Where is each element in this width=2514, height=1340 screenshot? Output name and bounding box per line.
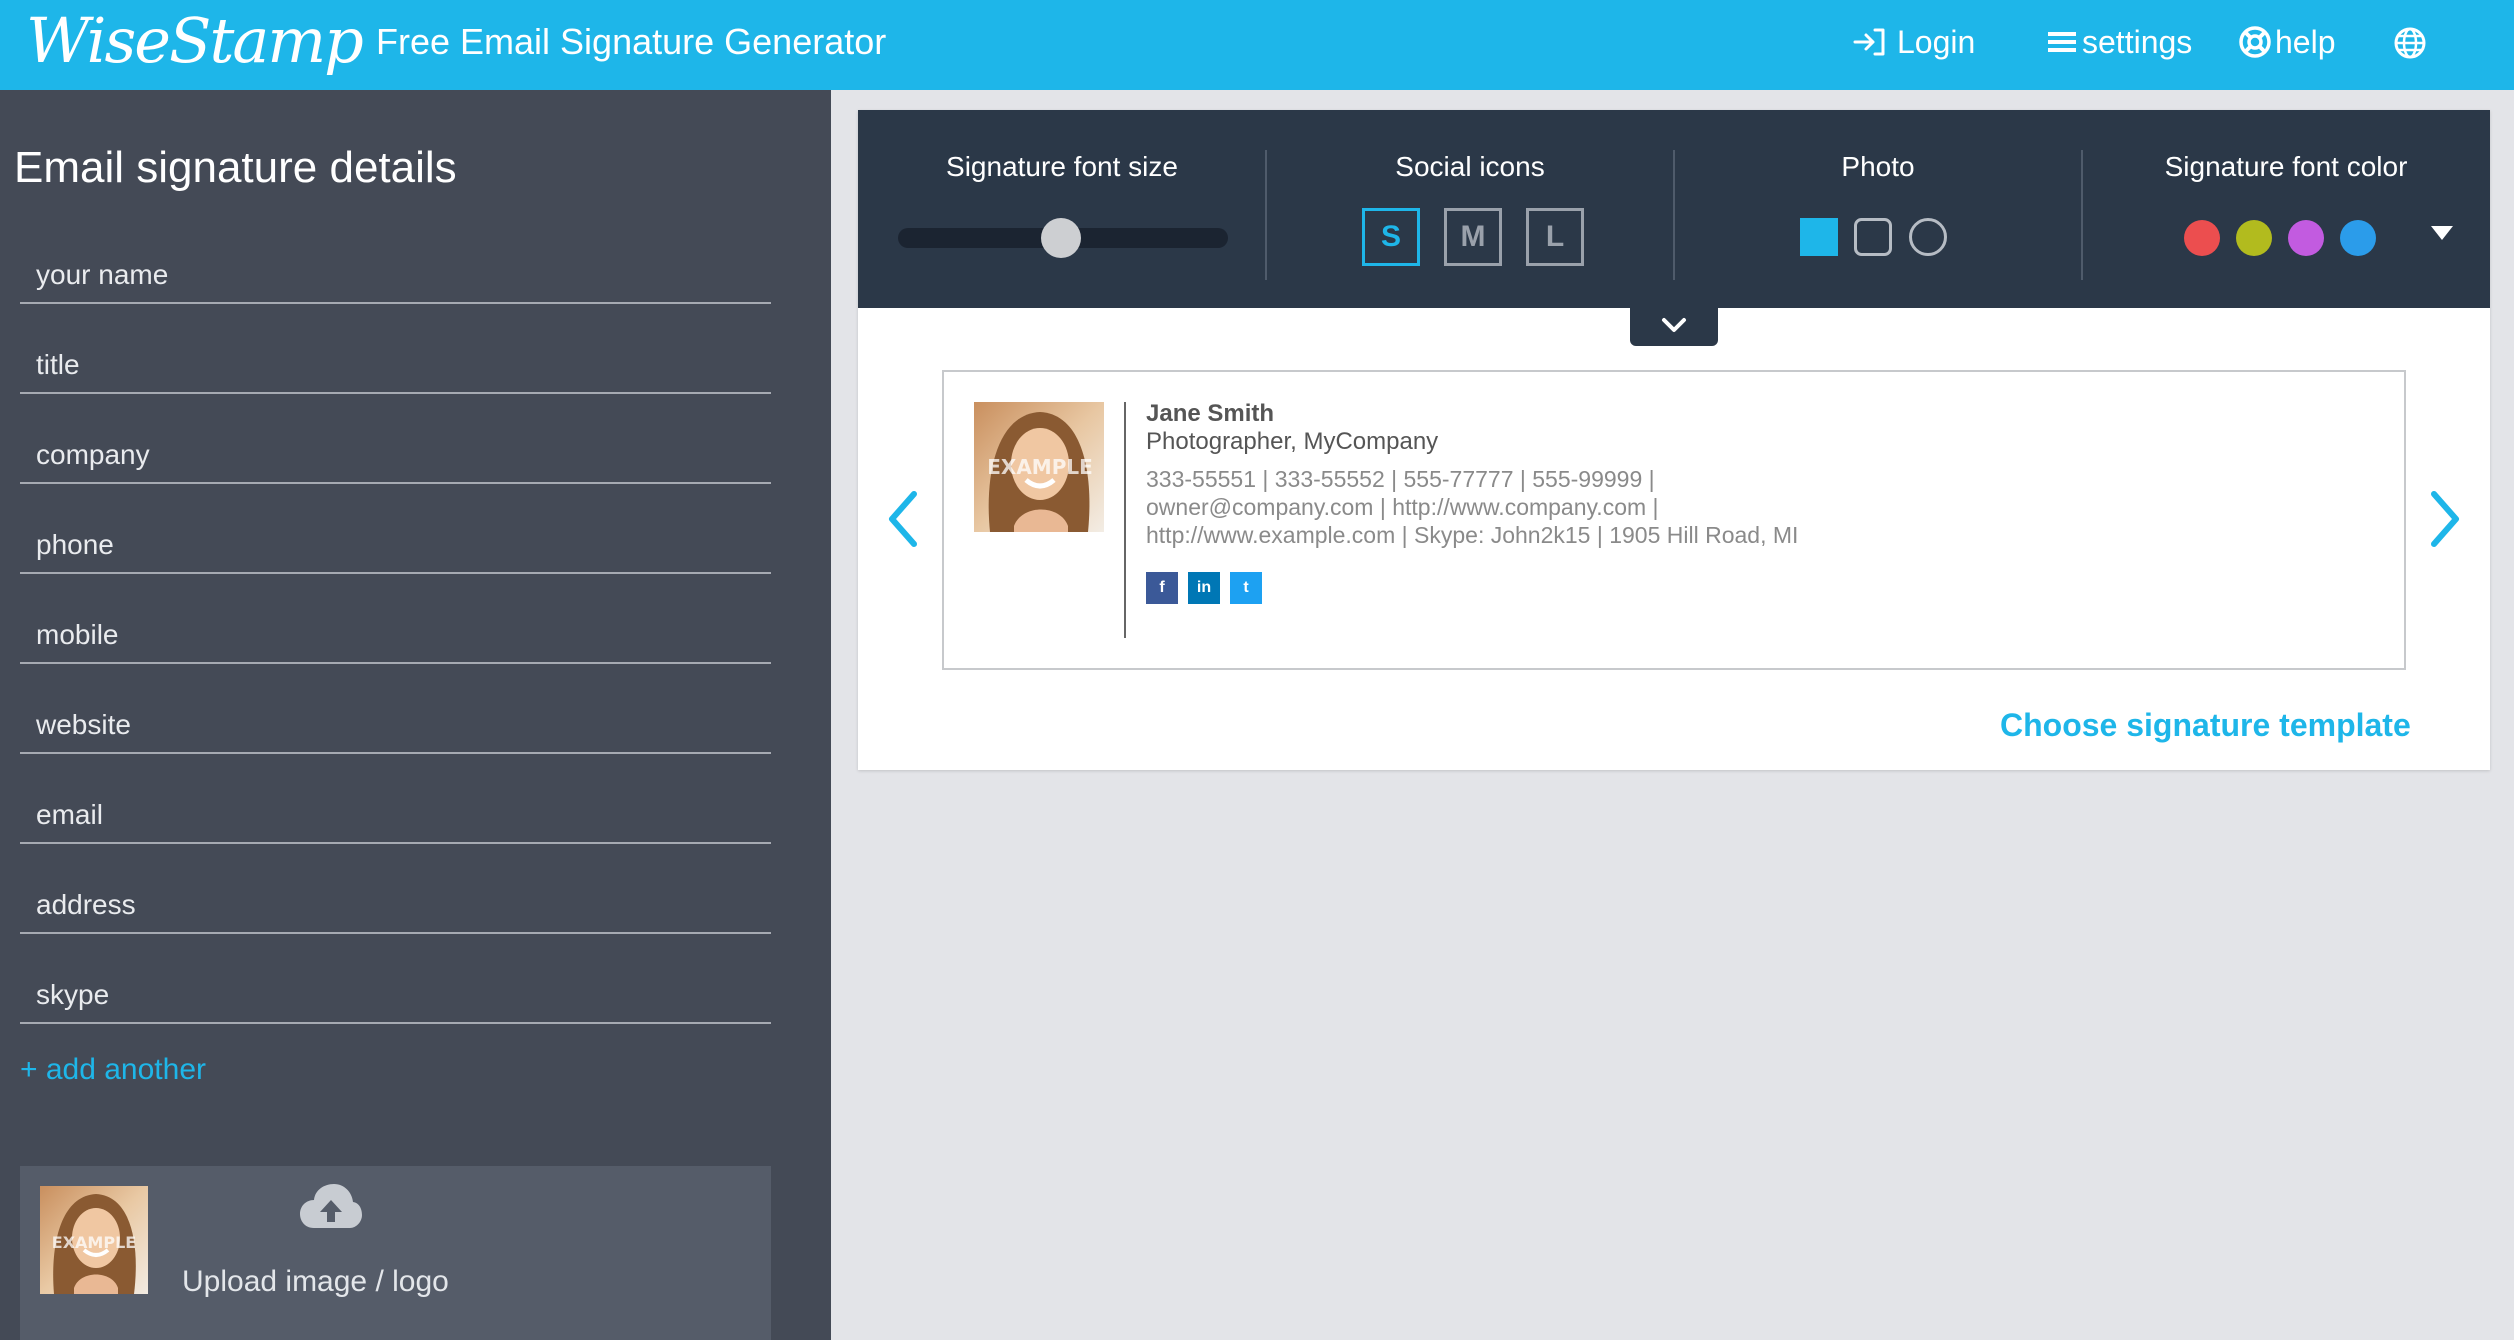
style-toolbar: Signature font size Social icons S M L P… xyxy=(858,110,2490,308)
linkedin-icon[interactable]: in xyxy=(1188,572,1220,604)
upload-area[interactable]: EXAMPLE Upload image / logo xyxy=(20,1166,771,1340)
signature-panel: Signature font size Social icons S M L P… xyxy=(858,110,2490,770)
upload-thumbnail: EXAMPLE xyxy=(40,1186,148,1294)
phone-input[interactable] xyxy=(20,518,771,572)
upload-label[interactable]: Upload image / logo xyxy=(182,1262,449,1302)
address-input[interactable] xyxy=(20,878,771,932)
signature-divider xyxy=(1124,402,1126,638)
chevron-right-icon xyxy=(2431,491,2459,547)
skype-field[interactable] xyxy=(20,968,771,1024)
email-field[interactable] xyxy=(20,788,771,844)
color-red-swatch[interactable] xyxy=(2184,220,2220,256)
company-input[interactable] xyxy=(20,428,771,482)
sidebar: Email signature details + add another xyxy=(0,90,831,1340)
signature-name: Jane Smith xyxy=(1146,400,1275,427)
lifebuoy-icon xyxy=(2239,26,2271,58)
chevron-left-icon xyxy=(889,491,917,547)
name-input[interactable] xyxy=(20,248,771,302)
more-colors-caret-icon[interactable] xyxy=(2431,226,2453,240)
thumb-watermark: EXAMPLE xyxy=(52,1233,136,1252)
social-size-small-button[interactable]: S xyxy=(1362,208,1420,266)
skype-input[interactable] xyxy=(20,968,771,1022)
logo[interactable]: WiseStamp xyxy=(26,0,364,82)
login-link[interactable]: Login xyxy=(1853,22,1975,62)
signature-phones: 333-55551 | 333-55552 | 555-77777 | 555-… xyxy=(1146,466,1655,492)
collapse-toolbar-button[interactable] xyxy=(1630,306,1718,346)
email-input[interactable] xyxy=(20,788,771,842)
company-field[interactable] xyxy=(20,428,771,484)
social-icons-control: Social icons S M L xyxy=(1266,110,1674,308)
title-input[interactable] xyxy=(20,338,771,392)
app-title: Free Email Signature Generator xyxy=(376,21,887,62)
help-label: help xyxy=(2275,24,2336,60)
photo-watermark: EXAMPLE xyxy=(987,455,1093,479)
sidebar-title: Email signature details xyxy=(14,143,457,192)
twitter-icon[interactable]: t xyxy=(1230,572,1262,604)
previous-template-button[interactable] xyxy=(886,490,920,553)
globe-icon xyxy=(2394,27,2426,59)
social-icons-label: Social icons xyxy=(1395,151,1545,182)
photo-shape-control: Photo xyxy=(1674,110,2082,308)
website-field[interactable] xyxy=(20,698,771,754)
settings-link[interactable]: settings xyxy=(2048,22,2192,62)
font-size-slider-handle[interactable] xyxy=(1041,218,1081,258)
title-field[interactable] xyxy=(20,338,771,394)
photo-square-option[interactable] xyxy=(1800,218,1838,256)
font-size-label: Signature font size xyxy=(946,151,1178,182)
top-bar: WiseStamp Free Email Signature Generator… xyxy=(0,0,2514,90)
phone-field[interactable] xyxy=(20,518,771,574)
signature-address: http://www.example.com | Skype: John2k15… xyxy=(1146,522,1799,548)
font-color-label: Signature font color xyxy=(2164,151,2408,182)
signature-email-web: owner@company.com | http://www.company.c… xyxy=(1146,494,1659,520)
next-template-button[interactable] xyxy=(2428,490,2462,553)
color-purple-swatch[interactable] xyxy=(2288,220,2324,256)
photo-rounded-option[interactable] xyxy=(1854,218,1892,256)
name-field[interactable] xyxy=(20,248,771,304)
language-button[interactable] xyxy=(2393,26,2427,60)
facebook-icon[interactable]: f xyxy=(1146,572,1178,604)
color-olive-swatch[interactable] xyxy=(2236,220,2272,256)
font-size-control: Signature font size xyxy=(858,110,1266,308)
signature-photo: EXAMPLE xyxy=(974,402,1104,532)
color-blue-swatch[interactable] xyxy=(2340,220,2376,256)
settings-label: settings xyxy=(2082,24,2193,60)
photo-circle-option[interactable] xyxy=(1908,218,1947,256)
mobile-input[interactable] xyxy=(20,608,771,662)
help-link[interactable]: help xyxy=(2238,22,2336,62)
signature-preview: EXAMPLE Jane Smith Photographer, MyCompa… xyxy=(942,370,2406,670)
social-size-large-button[interactable]: L xyxy=(1526,208,1584,266)
social-size-medium-button[interactable]: M xyxy=(1444,208,1502,266)
menu-icon xyxy=(2048,32,2076,52)
cloud-upload-icon[interactable] xyxy=(298,1182,364,1235)
address-field[interactable] xyxy=(20,878,771,934)
photo-label: Photo xyxy=(1841,151,1915,182)
chevron-down-icon xyxy=(1662,318,1686,332)
mobile-field[interactable] xyxy=(20,608,771,664)
signature-title: Photographer, MyCompany xyxy=(1146,428,1439,455)
login-label: Login xyxy=(1897,24,1976,60)
choose-template-link[interactable]: Choose signature template xyxy=(2000,706,2411,744)
login-icon xyxy=(1853,28,1885,56)
add-another-link[interactable]: + add another xyxy=(20,1052,206,1088)
font-color-control: Signature font color xyxy=(2082,110,2490,308)
website-input[interactable] xyxy=(20,698,771,752)
